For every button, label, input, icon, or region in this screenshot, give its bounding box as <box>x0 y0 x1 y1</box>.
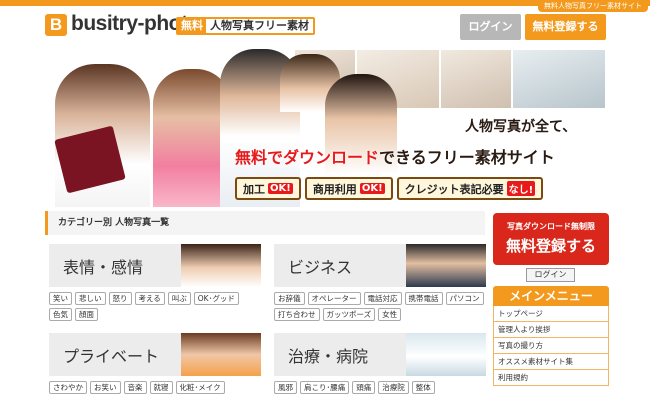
category-private: プライベート さわやか お笑い 音楽 就寝 化粧･メイク <box>49 333 261 394</box>
tag[interactable]: 治療院 <box>378 381 409 394</box>
sidebar-cta-small: 写真ダウンロード無制限 <box>507 222 595 231</box>
main-menu-title: メインメニュー <box>493 286 609 306</box>
badge-editing: 加工 OK! <box>235 177 301 200</box>
tag[interactable]: 顔面 <box>75 308 98 321</box>
tag[interactable]: ガッツポーズ <box>322 308 376 321</box>
tag[interactable]: パソコン <box>445 292 484 305</box>
tagline-rest: 人物写真フリー素材 <box>206 19 313 33</box>
menu-item-top[interactable]: トップページ <box>493 306 609 322</box>
tag[interactable]: 携帯電話 <box>404 292 443 305</box>
site-header: B busitry-photo 無料 人物写真フリー素材 ログイン 無料登録する <box>0 6 650 44</box>
tag[interactable]: 考える <box>134 292 165 305</box>
tag[interactable]: 風邪 <box>274 381 297 394</box>
category-title: プライベート <box>63 347 160 366</box>
category-header[interactable]: プライベート <box>49 333 261 376</box>
tag[interactable]: OK･グッド <box>193 292 239 305</box>
hero-photo-clinic-4 <box>513 50 605 108</box>
tag-list: 風邪 肩こり･腰痛 頭痛 治療院 整体 <box>274 381 486 394</box>
category-expressions: 表情・感情 笑い 悲しい 怒り 考える 叫ぶ OK･グッド 色気 顔面 <box>49 244 261 321</box>
tag[interactable]: 怒り <box>108 292 132 305</box>
hero-title: 人物写真が全て、 <box>465 119 577 135</box>
tag[interactable]: 悲しい <box>75 292 106 305</box>
tag-list: お辞儀 オペレーター 電話対応 携帯電話 パソコン 打ち合わせ ガッツポーズ 女… <box>274 292 486 321</box>
badge-mark: なし! <box>506 181 536 196</box>
category-photo <box>181 244 261 287</box>
badge-mark: OK! <box>359 183 385 194</box>
menu-item-terms[interactable]: 利用規約 <box>493 370 609 386</box>
register-button[interactable]: 無料登録する <box>525 14 606 40</box>
category-heading: カテゴリー別 人物写真一覧 <box>45 211 485 235</box>
tag[interactable]: お辞儀 <box>274 292 305 305</box>
category-header[interactable]: 表情・感情 <box>49 244 261 287</box>
menu-item-photo-tips[interactable]: 写真の撮り方 <box>493 338 609 354</box>
badge-label: クレジット表記必要 <box>404 182 504 196</box>
hero-badges: 加工 OK! 商用利用 OK! クレジット表記必要 なし! <box>235 177 544 200</box>
tag[interactable]: 頭痛 <box>352 381 376 394</box>
login-button[interactable]: ログイン <box>460 14 521 40</box>
tag[interactable]: 就寝 <box>149 381 173 394</box>
hero-banner[interactable]: 人物写真が全て、 無料でダウンロードできるフリー素材サイト 加工 OK! 商用利… <box>45 44 605 207</box>
sidebar-cta-big: 無料登録する <box>505 237 596 255</box>
tag[interactable]: 色気 <box>49 308 72 321</box>
sidebar-main-menu: メインメニュー トップページ 管理人より挨拶 写真の撮り方 オススメ素材サイト集… <box>493 286 609 386</box>
tag[interactable]: 整体 <box>411 381 435 394</box>
tag[interactable]: お笑い <box>90 381 121 394</box>
menu-item-greeting[interactable]: 管理人より挨拶 <box>493 322 609 338</box>
tag-list: さわやか お笑い 音楽 就寝 化粧･メイク <box>49 381 261 394</box>
tag[interactable]: 叫ぶ <box>167 292 191 305</box>
hero-subtitle: 無料でダウンロードできるフリー素材サイト <box>235 144 555 168</box>
tag[interactable]: 女性 <box>378 308 402 321</box>
category-medical: 治療・病院 風邪 肩こり･腰痛 頭痛 治療院 整体 <box>274 333 486 394</box>
category-title: 治療・病院 <box>288 347 369 366</box>
category-header[interactable]: ビジネス <box>274 244 486 287</box>
badge-commercial: 商用利用 OK! <box>304 177 393 200</box>
badge-label: 加工 <box>243 182 265 196</box>
tag[interactable]: 笑い <box>49 292 72 305</box>
tag[interactable]: 肩こり･腰痛 <box>300 381 350 394</box>
tag[interactable]: 音楽 <box>123 381 147 394</box>
badge-mark: OK! <box>268 183 293 194</box>
category-photo <box>406 244 486 287</box>
tag[interactable]: 化粧･メイク <box>175 381 225 394</box>
hero-photo-clinic-3 <box>441 50 511 108</box>
badge-credit: クレジット表記必要 なし! <box>396 177 544 200</box>
category-title: ビジネス <box>288 258 353 277</box>
tag-list: 笑い 悲しい 怒り 考える 叫ぶ OK･グッド 色気 顔面 <box>49 292 261 321</box>
site-tagline: 無料 人物写真フリー素材 <box>176 17 315 35</box>
tag[interactable]: 電話対応 <box>363 292 402 305</box>
tag[interactable]: オペレーター <box>307 292 361 305</box>
logo-mark[interactable]: B <box>45 14 67 36</box>
tag[interactable]: 打ち合わせ <box>274 308 320 321</box>
category-title: 表情・感情 <box>63 258 144 277</box>
category-photo <box>181 333 261 376</box>
hero-subtitle-highlight: 無料でダウンロード <box>235 148 380 167</box>
category-photo <box>406 333 486 376</box>
tagline-free: 無料 <box>178 19 206 33</box>
category-header[interactable]: 治療・病院 <box>274 333 486 376</box>
menu-item-recommended-sites[interactable]: オススメ素材サイト集 <box>493 354 609 370</box>
tag[interactable]: さわやか <box>49 381 87 394</box>
hero-subtitle-rest: できるフリー素材サイト <box>379 148 555 167</box>
badge-label: 商用利用 <box>312 182 357 196</box>
sidebar-register-button[interactable]: 写真ダウンロード無制限 無料登録する <box>493 213 609 265</box>
category-business: ビジネス お辞儀 オペレーター 電話対応 携帯電話 パソコン 打ち合わせ ガッツ… <box>274 244 486 321</box>
sidebar-login-button[interactable]: ログイン <box>526 268 575 282</box>
